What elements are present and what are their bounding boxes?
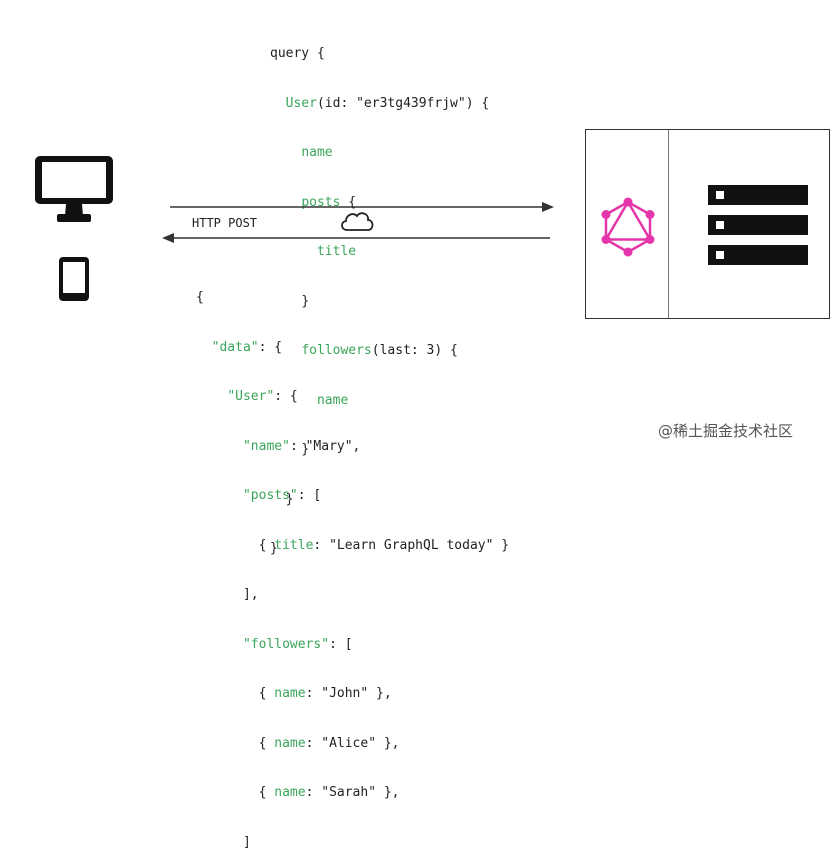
server-led: [716, 191, 724, 199]
response-followers-key: "followers": [242, 636, 330, 652]
response-data-key: "data": [211, 339, 259, 355]
response-user-key: "User": [227, 389, 275, 404]
query-keyword: query {: [270, 46, 325, 61]
server-divider: [668, 130, 669, 318]
response-title-key: title: [274, 537, 314, 553]
phone-icon: [59, 257, 89, 301]
response-follower-john: : "John" },: [305, 686, 392, 701]
response-posts-key: "posts": [242, 488, 298, 503]
query-user-field: User: [285, 95, 317, 111]
response-follower-alice: : "Alice" },: [305, 735, 400, 751]
json-response: { "data": { "User": { "name": "Mary", "p…: [196, 290, 510, 850]
server-unit: [708, 245, 808, 265]
server-led: [716, 251, 724, 259]
server-unit: [708, 185, 808, 205]
http-post-label: HTTP POST: [192, 216, 258, 230]
monitor-icon: [35, 156, 113, 222]
query-user-id: "er3tg439frjw": [356, 95, 466, 111]
server-unit: [708, 215, 808, 235]
watermark: @稀土掘金技术社区: [658, 422, 794, 440]
response-arrow: [162, 233, 550, 243]
response-follower-sarah: : "Sarah" },: [305, 785, 400, 800]
graphql-logo-icon: [601, 197, 655, 257]
response-title-value: : "Learn GraphQL today" }: [313, 537, 510, 553]
cloud-icon: [341, 212, 374, 231]
server-led: [716, 221, 724, 229]
response-name-value: "Mary",: [305, 438, 361, 454]
query-name-field: name: [301, 145, 333, 160]
response-name-key: "name": [242, 438, 290, 454]
